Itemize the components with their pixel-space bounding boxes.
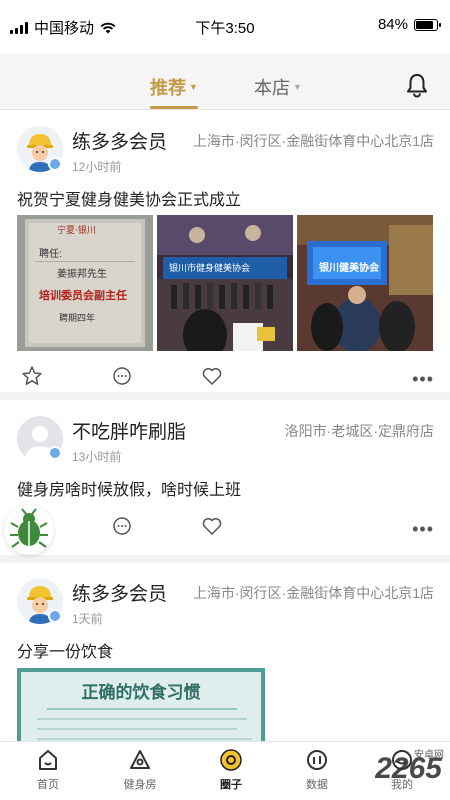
status-bar: 中国移动 下午3:50 84% <box>0 0 450 54</box>
nav-circle[interactable]: 圈子 <box>196 748 266 792</box>
caret-down-icon: ▼ <box>293 82 302 92</box>
tab-active-indicator <box>150 106 198 109</box>
feed-post[interactable]: 练多多会员 上海市·闵行区·金融街体育中心北京1店 12小时前 祝贺宁夏健身健美… <box>0 111 450 392</box>
caret-down-icon: ▼ <box>189 82 198 92</box>
nav-circle-label: 圈子 <box>220 779 242 791</box>
more-icon[interactable]: ••• <box>412 519 434 540</box>
certificate-title: 培训委员会副主任 <box>39 290 127 302</box>
certificate-heading: 宁夏·银川 <box>57 226 96 236</box>
gym-icon <box>130 750 150 769</box>
feed-post[interactable]: 不吃胖咋刷脂 洛阳市·老城区·定鼎府店 13小时前 健身房啥时候放假，啥时候上班… <box>0 400 450 555</box>
tab-recommend-label: 推荐 <box>150 78 186 98</box>
post-actions: ••• <box>0 511 450 541</box>
battery-percent: 84% <box>377 16 408 33</box>
heart-icon[interactable] <box>201 515 223 537</box>
post-image[interactable]: 正确的饮食习惯 <box>17 668 265 741</box>
feed-post[interactable]: 练多多会员 上海市·闵行区·金融街体育中心北京1店 1天前 分享一份饮食 正确的… <box>0 563 450 741</box>
post-divider <box>0 555 450 563</box>
battery-icon <box>414 18 441 31</box>
star-icon[interactable] <box>21 365 43 387</box>
post-actions: ••• <box>0 361 450 391</box>
heart-icon[interactable] <box>201 365 223 387</box>
post-time: 12小时前 <box>72 160 122 174</box>
more-icon[interactable]: ••• <box>412 369 434 390</box>
feed-list[interactable]: 练多多会员 上海市·闵行区·金融街体育中心北京1店 12小时前 祝贺宁夏健身健美… <box>0 111 450 741</box>
nav-gym-label: 健身房 <box>123 779 157 791</box>
nav-home[interactable]: 首页 <box>13 748 83 792</box>
beetle-icon <box>10 508 48 548</box>
post-text: 健身房啥时候放假，啥时候上班 <box>17 482 242 499</box>
comment-icon[interactable] <box>111 365 133 387</box>
certificate-line: 聘任: <box>39 249 62 260</box>
circle-icon <box>220 749 242 771</box>
watermark-text: 2265 <box>375 752 442 785</box>
floating-bug-button[interactable] <box>4 505 54 555</box>
post-time: 1天前 <box>72 612 103 626</box>
tab-store[interactable]: 本店 ▼ <box>254 74 302 100</box>
verified-badge-icon <box>48 446 62 460</box>
tab-recommend[interactable]: 推荐 ▼ <box>150 74 198 100</box>
site-watermark: 安卓网 2265 <box>300 740 450 800</box>
post-image[interactable]: 银川健美协会 <box>297 215 433 351</box>
post-location: 上海市·闵行区·金融街体育中心北京1店 <box>192 133 434 149</box>
post-username[interactable]: 不吃胖咋刷脂 <box>72 417 186 444</box>
post-username[interactable]: 练多多会员 <box>72 127 167 154</box>
poster-title: 正确的饮食习惯 <box>81 683 201 702</box>
feed-header: 推荐 ▼ 本店 ▼ <box>0 54 450 110</box>
nav-gym[interactable]: 健身房 <box>105 748 175 792</box>
post-username[interactable]: 练多多会员 <box>72 579 167 606</box>
post-text: 祝贺宁夏健身健美协会正式成立 <box>17 192 242 209</box>
bell-icon[interactable] <box>404 72 430 98</box>
certificate-line: 姜振邦先生 <box>57 269 107 280</box>
certificate-line: 聘期四年 <box>59 313 96 323</box>
post-location: 洛阳市·老城区·定鼎府店 <box>284 423 434 439</box>
post-location: 上海市·闵行区·金融街体育中心北京1店 <box>192 585 434 601</box>
event-screen-text: 银川健美协会 <box>319 263 379 274</box>
event-banner-text: 银川市健身健美协会 <box>169 263 251 273</box>
home-icon <box>39 750 57 770</box>
post-image[interactable]: 银川市健身健美协会 <box>157 215 293 351</box>
post-image[interactable]: 宁夏·银川 聘任: 姜振邦先生 培训委员会副主任 聘期四年 <box>17 215 153 351</box>
verified-badge-icon <box>48 157 62 171</box>
post-text: 分享一份饮食 <box>17 644 114 661</box>
post-divider <box>0 392 450 400</box>
comment-icon[interactable] <box>111 515 133 537</box>
nav-home-label: 首页 <box>37 779 59 791</box>
verified-badge-icon <box>48 609 62 623</box>
post-time: 13小时前 <box>72 450 122 464</box>
tab-store-label: 本店 <box>254 78 290 98</box>
